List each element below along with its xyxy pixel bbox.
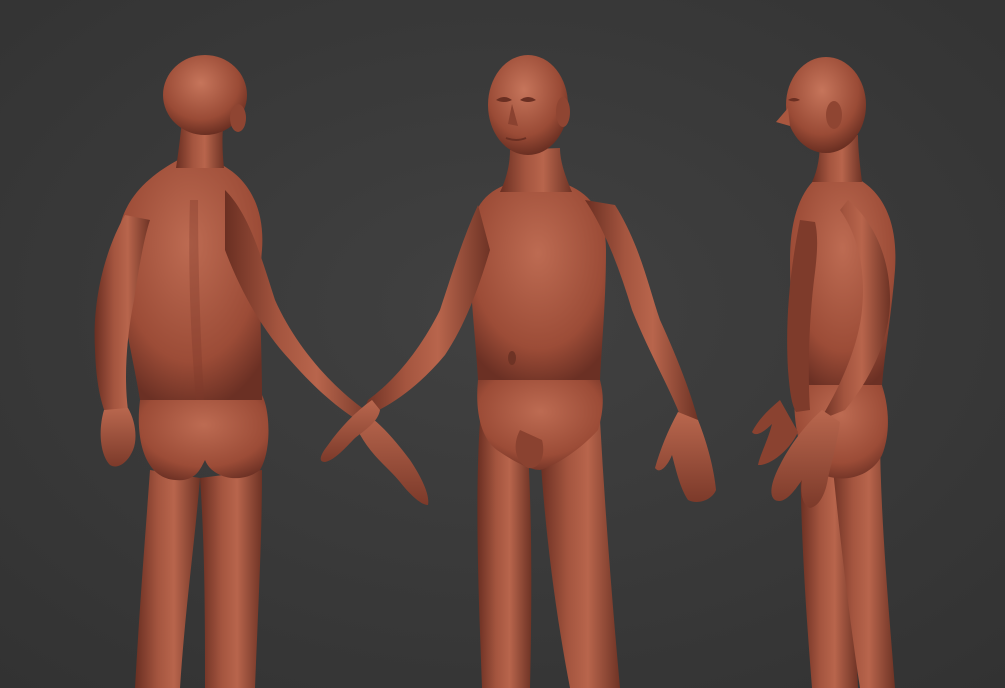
front-head (488, 55, 568, 155)
front-navel (508, 351, 516, 365)
front-ear (556, 97, 570, 127)
side-head (786, 57, 866, 153)
scene-canvas (0, 0, 1005, 688)
back-ear (230, 104, 246, 132)
viewport[interactable] (0, 0, 1005, 688)
back-right-leg (200, 470, 262, 688)
front-torso (470, 185, 606, 380)
side-ear (826, 101, 842, 129)
